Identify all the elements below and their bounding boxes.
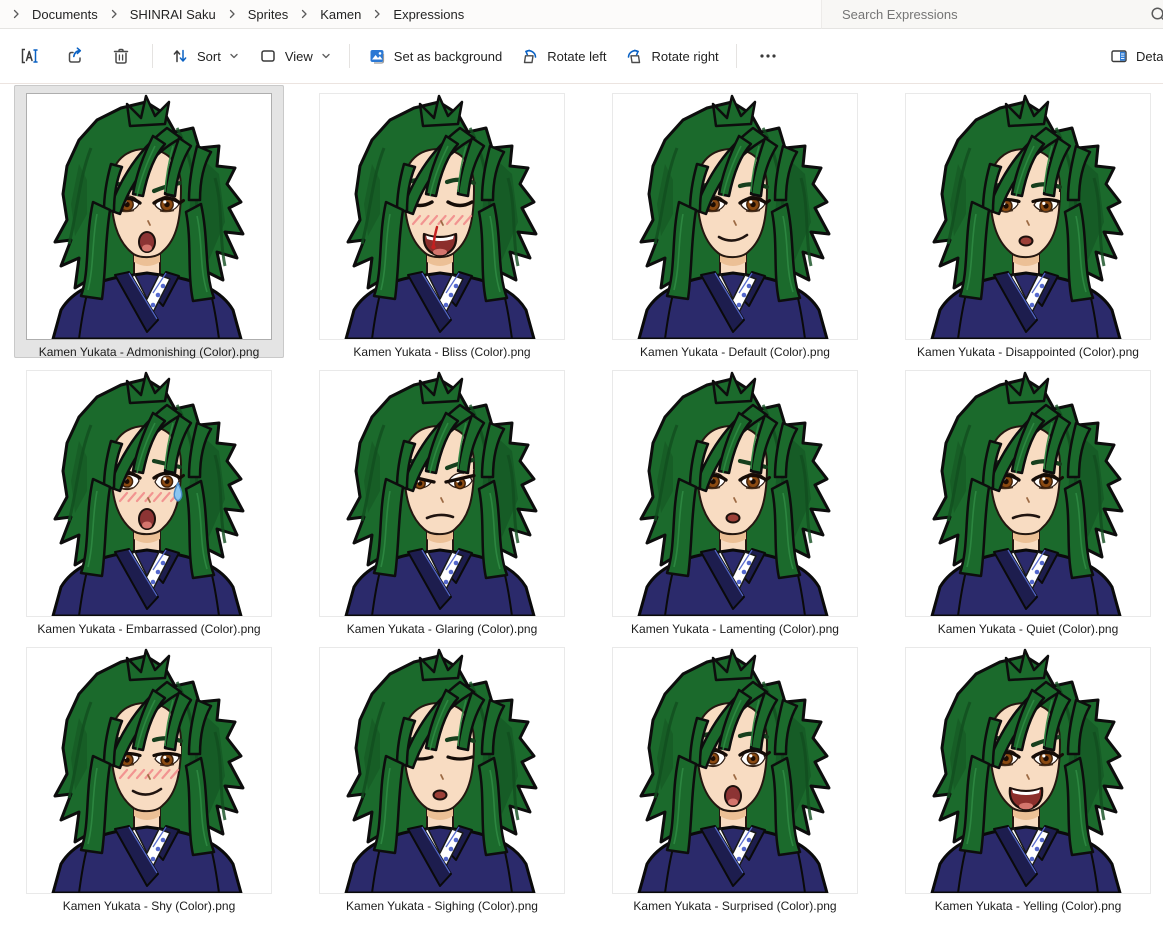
file-tile[interactable]: Kamen Yukata - Bliss (Color).png	[307, 85, 577, 359]
grid-cell: Kamen Yukata - Shy (Color).png	[14, 639, 307, 916]
grid-cell: Kamen Yukata - Lamenting (Color).png	[600, 362, 893, 639]
grid-cell: Kamen Yukata - Bliss (Color).png	[307, 85, 600, 362]
navigation-bar: Documents SHINRAI Saku Sprites Kamen Express…	[0, 0, 1163, 29]
set-background-icon	[367, 46, 387, 66]
breadcrumb-item-kamen[interactable]: Kamen	[312, 5, 369, 24]
file-name: Kamen Yukata - Bliss (Color).png	[353, 345, 531, 359]
file-tile[interactable]: Kamen Yukata - Disappointed (Color).png	[893, 85, 1163, 359]
file-name: Kamen Yukata - Surprised (Color).png	[633, 899, 837, 913]
file-tile[interactable]: Kamen Yukata - Embarrassed (Color).png	[14, 362, 284, 636]
file-tile[interactable]: Kamen Yukata - Glaring (Color).png	[307, 362, 577, 636]
file-thumbnail[interactable]	[905, 647, 1151, 894]
chevron-right-icon	[10, 8, 22, 20]
file-name: Kamen Yukata - Default (Color).png	[640, 345, 830, 359]
file-thumbnail[interactable]	[319, 93, 565, 340]
view-icon	[258, 46, 278, 66]
grid-cell: Kamen Yukata - Admonishing (Color).png	[14, 85, 307, 362]
breadcrumb: Documents SHINRAI Saku Sprites Kamen Express…	[0, 5, 472, 24]
details-icon	[1109, 46, 1129, 66]
breadcrumb-item-shinrai-saku[interactable]: SHINRAI Saku	[122, 5, 224, 24]
chevron-down-icon	[228, 50, 240, 62]
breadcrumb-item-sprites[interactable]: Sprites	[240, 5, 296, 24]
file-thumbnail[interactable]	[319, 370, 565, 617]
grid-cell: Kamen Yukata - Sighing (Color).png	[307, 639, 600, 916]
file-name: Kamen Yukata - Glaring (Color).png	[346, 622, 538, 636]
view-button[interactable]: View	[249, 38, 341, 74]
rotate-right-icon	[624, 46, 644, 66]
rename-button[interactable]	[6, 38, 52, 74]
chevron-right-icon	[226, 8, 238, 20]
grid-cell: Kamen Yukata - Yelling (Color).png	[893, 639, 1163, 916]
search-box[interactable]	[821, 0, 1163, 29]
file-thumbnail[interactable]	[612, 647, 858, 894]
grid-cell: Kamen Yukata - Quiet (Color).png	[893, 362, 1163, 639]
chevron-down-icon	[320, 50, 332, 62]
file-thumbnail[interactable]	[26, 93, 272, 340]
breadcrumb-item-expressions[interactable]: Expressions	[385, 5, 472, 24]
file-thumbnail[interactable]	[905, 93, 1151, 340]
grid-cell: Kamen Yukata - Glaring (Color).png	[307, 362, 600, 639]
chevron-right-icon	[108, 8, 120, 20]
sort-button[interactable]: Sort	[161, 38, 249, 74]
file-thumbnail[interactable]	[905, 370, 1151, 617]
breadcrumb-item-documents[interactable]: Documents	[24, 5, 106, 24]
file-name: Kamen Yukata - Lamenting (Color).png	[631, 622, 839, 636]
set-background-label: Set as background	[393, 48, 503, 64]
file-list-area: Kamen Yukata - Admonishing (Color).png K…	[0, 84, 1163, 924]
file-tile[interactable]: Kamen Yukata - Lamenting (Color).png	[600, 362, 870, 636]
grid-cell: Kamen Yukata - Disappointed (Color).png	[893, 85, 1163, 362]
rotate-right-button[interactable]: Rotate right	[615, 38, 727, 74]
file-thumbnail[interactable]	[26, 647, 272, 894]
command-toolbar: Sort View Set as background Rotate left	[0, 29, 1163, 84]
sort-label: Sort	[197, 48, 221, 64]
toolbar-separator	[735, 44, 737, 68]
file-tile[interactable]: Kamen Yukata - Quiet (Color).png	[893, 362, 1163, 636]
view-label: View	[284, 48, 313, 64]
file-tile[interactable]: Kamen Yukata - Shy (Color).png	[14, 639, 284, 913]
grid-cell: Kamen Yukata - Default (Color).png	[600, 85, 893, 362]
search-input[interactable]	[822, 5, 1129, 23]
chevron-right-icon	[298, 8, 310, 20]
file-name: Kamen Yukata - Admonishing (Color).png	[38, 345, 260, 359]
file-name: Kamen Yukata - Quiet (Color).png	[937, 622, 1119, 636]
toolbar-separator	[152, 44, 153, 68]
file-grid: Kamen Yukata - Admonishing (Color).png K…	[14, 85, 1163, 916]
file-tile[interactable]: Kamen Yukata - Surprised (Color).png	[600, 639, 870, 913]
set-background-button[interactable]: Set as background	[358, 38, 511, 74]
rotate-right-label: Rotate right	[651, 48, 719, 64]
toolbar-separator	[348, 44, 350, 68]
rotate-left-button[interactable]: Rotate left	[511, 38, 615, 74]
file-name: Kamen Yukata - Shy (Color).png	[62, 899, 236, 913]
file-name: Kamen Yukata - Yelling (Color).png	[934, 899, 1122, 913]
file-name: Kamen Yukata - Disappointed (Color).png	[917, 345, 1139, 359]
file-tile[interactable]: Kamen Yukata - Yelling (Color).png	[893, 639, 1163, 913]
rotate-left-label: Rotate left	[547, 48, 607, 64]
file-thumbnail[interactable]	[612, 93, 858, 340]
share-icon	[65, 46, 85, 66]
file-thumbnail[interactable]	[612, 370, 858, 617]
details-label: Details	[1136, 48, 1163, 64]
chevron-right-icon	[371, 8, 383, 20]
rename-icon	[19, 46, 39, 66]
file-name: Kamen Yukata - Sighing (Color).png	[346, 899, 538, 913]
share-button[interactable]	[52, 38, 98, 74]
file-tile[interactable]: Kamen Yukata - Admonishing (Color).png	[14, 85, 284, 359]
search-icon[interactable]	[1149, 5, 1163, 30]
grid-cell: Kamen Yukata - Surprised (Color).png	[600, 639, 893, 916]
file-thumbnail[interactable]	[26, 370, 272, 617]
sort-icon	[170, 46, 190, 66]
rotate-left-icon	[520, 46, 540, 66]
grid-cell: Kamen Yukata - Embarrassed (Color).png	[14, 362, 307, 639]
file-name: Kamen Yukata - Embarrassed (Color).png	[37, 622, 261, 636]
details-button[interactable]: Details	[1100, 38, 1163, 74]
file-tile[interactable]: Kamen Yukata - Default (Color).png	[600, 85, 870, 359]
more-icon	[758, 46, 778, 66]
file-thumbnail[interactable]	[319, 647, 565, 894]
file-tile[interactable]: Kamen Yukata - Sighing (Color).png	[307, 639, 577, 913]
more-button[interactable]	[745, 38, 791, 74]
delete-icon	[111, 46, 131, 66]
delete-button[interactable]	[98, 38, 144, 74]
